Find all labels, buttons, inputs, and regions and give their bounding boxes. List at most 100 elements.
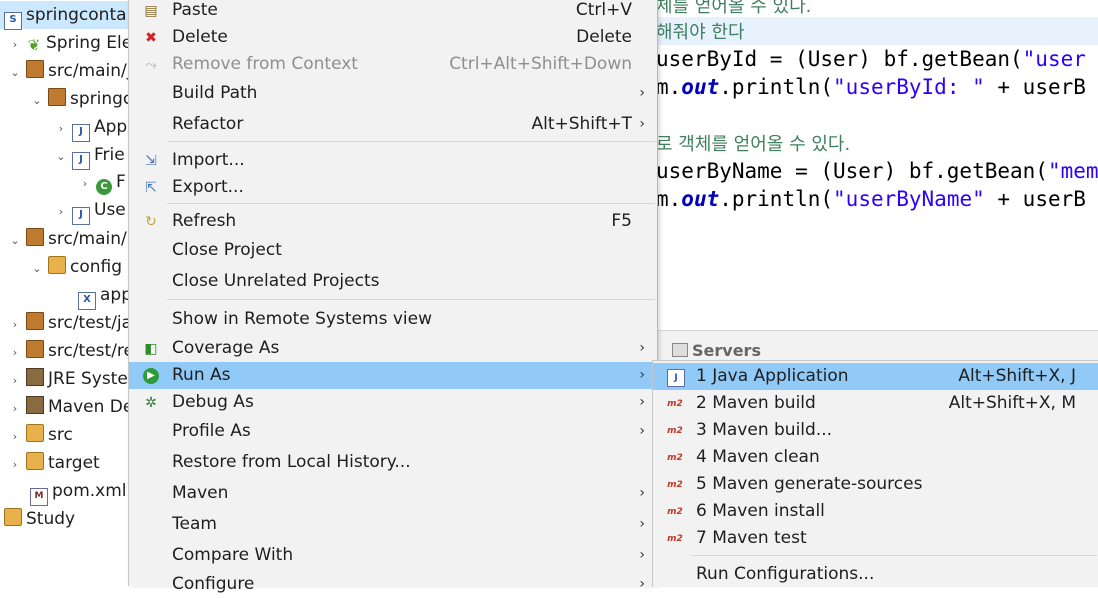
- menu-item-label: Maven: [172, 483, 229, 503]
- project-icon: [4, 508, 22, 526]
- submenu-item-label: 2 Maven build: [696, 393, 816, 413]
- menu-item-delete[interactable]: ✖ Delete Delete: [129, 24, 657, 51]
- run-as-submenu: J 1 Java Application Alt+Shift+X, J m2 2…: [652, 360, 1098, 587]
- tree-item-project[interactable]: Sspringcontai: [0, 1, 130, 30]
- menu-item-debug-as[interactable]: ✲ Debug As ›: [129, 389, 657, 416]
- tree-item-label: Frie: [94, 145, 125, 165]
- submenu-item-label: 4 Maven clean: [696, 447, 820, 467]
- code-comment: 해줘야 한다: [656, 22, 745, 43]
- code-comment: 체를 얻어올 수 있다.: [656, 0, 812, 17]
- menu-item-team[interactable]: Team ›: [129, 511, 657, 538]
- menu-item-export[interactable]: ⇱ Export...: [129, 174, 657, 201]
- tree-item-label: F: [116, 172, 126, 192]
- expand-icon[interactable]: ›: [54, 115, 68, 143]
- menu-item-shortcut: Alt+Shift+T: [531, 114, 632, 134]
- menu-item-restore-local-history[interactable]: Restore from Local History...: [129, 449, 657, 476]
- tree-item[interactable]: ⌄ src/main/: [8, 225, 127, 253]
- expand-icon[interactable]: ›: [8, 423, 22, 451]
- expand-icon[interactable]: ›: [8, 395, 22, 423]
- tree-item[interactable]: Xapp: [78, 281, 130, 310]
- submenu-item-java-application[interactable]: J 1 Java Application Alt+Shift+X, J: [653, 363, 1098, 390]
- tree-item[interactable]: ⌄ config: [30, 253, 122, 281]
- menu-item-close-project[interactable]: Close Project: [129, 237, 657, 264]
- expand-icon[interactable]: ›: [8, 311, 22, 339]
- refresh-icon: ↻: [145, 214, 157, 230]
- menu-item-coverage-as[interactable]: ◧ Coverage As ›: [129, 335, 657, 362]
- collapse-icon[interactable]: ⌄: [8, 59, 22, 87]
- menu-item-show-in-remote-systems[interactable]: Show in Remote Systems view: [129, 306, 657, 333]
- menu-item-shortcut: Ctrl+V: [575, 0, 632, 20]
- tab-servers[interactable]: Servers: [672, 341, 761, 360]
- tree-item[interactable]: › J App: [54, 113, 127, 143]
- tree-item-label: target: [48, 453, 100, 473]
- submenu-arrow-icon: ›: [639, 116, 645, 132]
- menu-item-configure[interactable]: Configure ›: [129, 571, 657, 598]
- tree-item[interactable]: › target: [8, 449, 100, 477]
- tree-item[interactable]: › C F: [78, 168, 126, 196]
- submenu-item-maven-test[interactable]: m2 7 Maven test: [653, 525, 1098, 552]
- collapse-icon[interactable]: ⌄: [54, 143, 68, 171]
- menu-item-label: Refresh: [172, 211, 237, 231]
- submenu-item-label: 3 Maven build...: [696, 420, 833, 440]
- menu-item-maven[interactable]: Maven ›: [129, 480, 657, 507]
- collapse-icon[interactable]: ⌄: [30, 255, 44, 283]
- source-folder-icon: [26, 228, 44, 246]
- tree-item[interactable]: › src: [8, 421, 73, 449]
- tree-item[interactable]: › src/test/ja: [8, 309, 130, 337]
- coverage-icon: ◧: [144, 341, 158, 357]
- tree-item[interactable]: ⌄ J Frie: [54, 141, 125, 171]
- code-field: out: [681, 187, 720, 211]
- expand-icon[interactable]: ›: [8, 367, 22, 395]
- tree-item[interactable]: Mpom.xml: [30, 477, 127, 506]
- expand-icon[interactable]: ›: [8, 451, 22, 479]
- menu-item-label: Restore from Local History...: [172, 452, 411, 472]
- tree-item-label: springcontai: [26, 5, 130, 25]
- tree-item[interactable]: › J Use: [54, 196, 126, 226]
- submenu-item-maven-clean[interactable]: m2 4 Maven clean: [653, 444, 1098, 471]
- expand-icon[interactable]: ›: [78, 170, 92, 198]
- tree-item-label: app: [100, 285, 130, 305]
- code-text: m.: [656, 75, 682, 99]
- tree-item-label: Use: [94, 200, 126, 220]
- code-editor[interactable]: 체를 얻어올 수 있다. 해줘야 한다 userById = (User) bf…: [656, 0, 1098, 330]
- menu-separator: [167, 203, 655, 204]
- submenu-item-maven-build-config[interactable]: m2 3 Maven build...: [653, 417, 1098, 444]
- menu-item-refresh[interactable]: ↻ Refresh F5: [129, 208, 657, 235]
- menu-item-label: Run As: [172, 365, 231, 385]
- menu-item-close-unrelated-projects[interactable]: Close Unrelated Projects: [129, 268, 657, 295]
- tree-item[interactable]: › JRE Syster: [8, 365, 130, 393]
- menu-separator: [167, 141, 655, 142]
- expand-icon[interactable]: ›: [54, 198, 68, 226]
- submenu-item-maven-build[interactable]: m2 2 Maven build Alt+Shift+X, M: [653, 390, 1098, 417]
- collapse-icon[interactable]: ⌄: [8, 227, 22, 255]
- tree-item[interactable]: › ❦ Spring Ele: [8, 29, 130, 57]
- menu-item-refactor[interactable]: Refactor Alt+Shift+T ›: [129, 111, 657, 138]
- tree-item-label: Study: [26, 509, 76, 529]
- tree-item[interactable]: ⌄ springc: [30, 85, 130, 113]
- menu-item-paste[interactable]: ▤ Paste Ctrl+V: [129, 0, 657, 24]
- tree-item[interactable]: Study: [4, 505, 75, 533]
- expand-icon[interactable]: ›: [8, 31, 22, 59]
- tree-item-label: pom.xml: [52, 481, 127, 501]
- expand-icon[interactable]: ›: [8, 339, 22, 367]
- menu-item-label: Configure: [172, 574, 255, 594]
- menu-item-import[interactable]: ⇲ Import...: [129, 147, 657, 174]
- submenu-item-maven-install[interactable]: m2 6 Maven install: [653, 498, 1098, 525]
- menu-item-compare-with[interactable]: Compare With ›: [129, 542, 657, 569]
- submenu-item-run-configurations[interactable]: Run Configurations...: [653, 561, 1098, 588]
- project-icon: S: [4, 12, 22, 30]
- maven-pom-icon: M: [30, 488, 48, 506]
- code-string: "user: [1022, 47, 1086, 71]
- tree-item[interactable]: › Maven De: [8, 393, 130, 421]
- menu-item-profile-as[interactable]: Profile As ›: [129, 418, 657, 445]
- menu-item-run-as[interactable]: ▶ Run As ›: [129, 362, 657, 389]
- tree-item[interactable]: ⌄ src/main/j: [8, 57, 130, 85]
- code-line-current: 해줘야 한다: [656, 17, 1098, 45]
- submenu-arrow-icon: ›: [639, 85, 645, 101]
- menu-item-build-path[interactable]: Build Path ›: [129, 80, 657, 107]
- tree-item[interactable]: › src/test/re: [8, 337, 130, 365]
- submenu-arrow-icon: ›: [639, 340, 645, 356]
- submenu-item-maven-generate-sources[interactable]: m2 5 Maven generate-sources: [653, 471, 1098, 498]
- code-line: userById = (User) bf.getBean("user: [656, 45, 1086, 73]
- collapse-icon[interactable]: ⌄: [30, 87, 44, 115]
